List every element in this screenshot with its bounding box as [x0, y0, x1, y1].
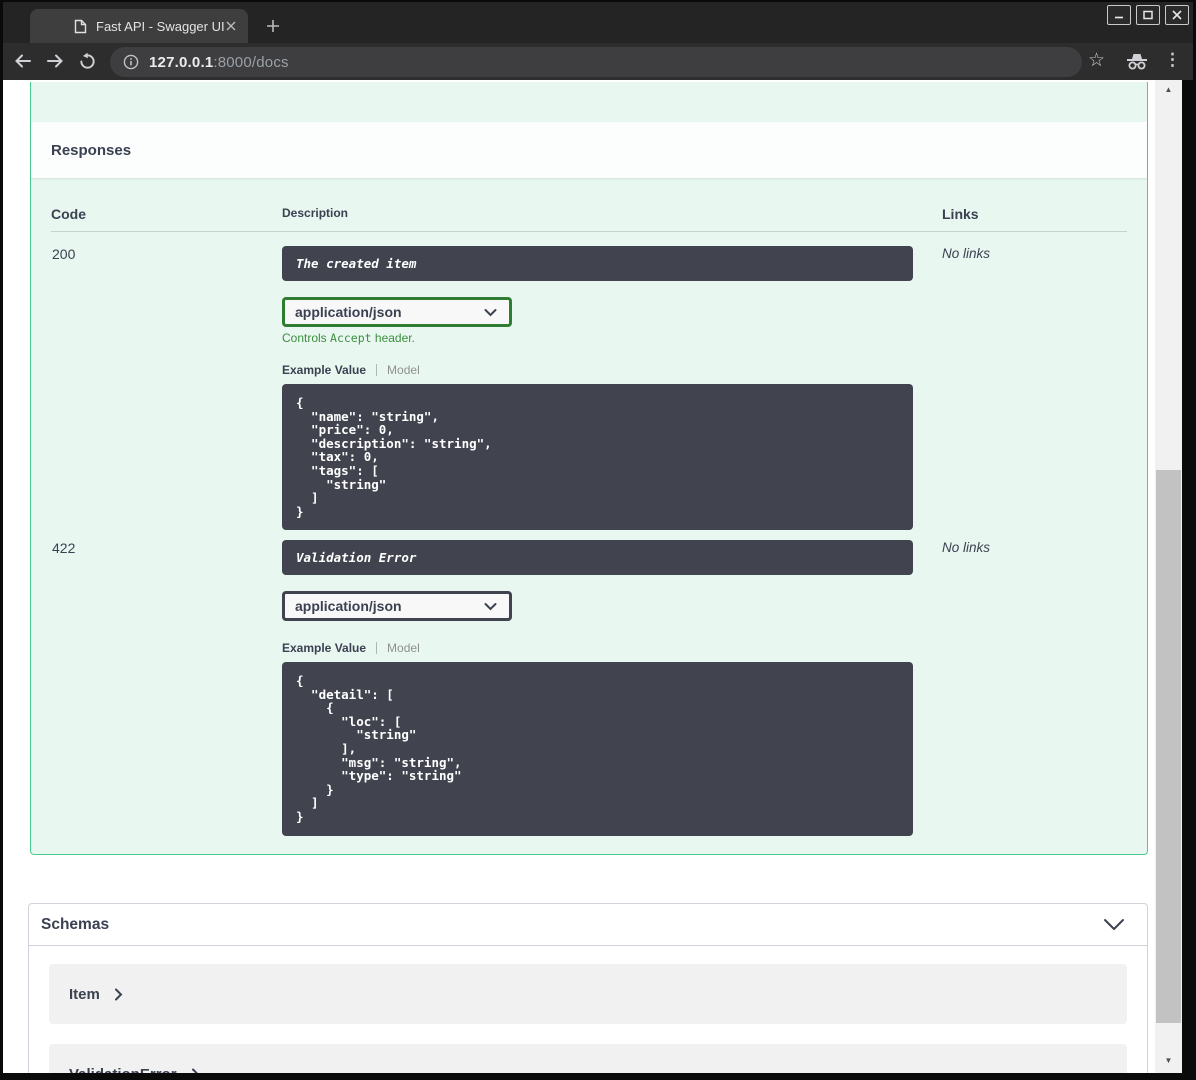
opblock-top-spacer — [31, 82, 1147, 122]
scrollbar-thumb[interactable] — [1156, 470, 1181, 1023]
browser-tab[interactable]: Fast API - Swagger UI — [30, 9, 248, 43]
minimize-button[interactable] — [1107, 5, 1131, 25]
responses-table: Code Description Links 200 The created i… — [31, 178, 1147, 854]
tab-strip: Fast API - Swagger UI — [3, 2, 1193, 43]
close-icon — [1172, 10, 1182, 20]
tab-example-value[interactable]: Example Value — [282, 641, 366, 655]
url-host: 127.0.0.1 — [149, 53, 214, 71]
star-icon: ☆ — [1088, 50, 1106, 71]
chevron-down-icon[interactable] — [1103, 918, 1125, 931]
back-button[interactable] — [12, 50, 34, 72]
close-button[interactable] — [1165, 5, 1189, 25]
chevron-right-icon — [191, 1068, 200, 1073]
response-description-cell: Validation Error application/json Exampl… — [282, 540, 942, 836]
page-scrollbar[interactable]: ▲ ▼ — [1155, 80, 1182, 1073]
forward-button[interactable] — [44, 50, 66, 72]
kebab-menu-icon: ⋮ — [1164, 50, 1181, 69]
response-row-200: 200 The created item application/json Co… — [51, 232, 1127, 530]
response-code: 422 — [52, 540, 76, 556]
chevron-down-icon — [484, 308, 497, 316]
content-type-value: application/json — [295, 304, 402, 320]
responses-title: Responses — [51, 141, 132, 159]
reload-icon — [79, 52, 95, 69]
no-links-label: No links — [942, 540, 991, 555]
responses-section-header: Responses — [31, 122, 1147, 178]
header-code: Code — [51, 206, 86, 222]
scroll-down-icon: ▼ — [1164, 1056, 1173, 1065]
new-tab-button[interactable] — [262, 15, 284, 37]
tab-divider — [376, 364, 378, 376]
example-code-block: { "name": "string", "price": 0, "descrip… — [282, 384, 913, 530]
example-code-block: { "detail": [ { "loc": [ "string" ], "ms… — [282, 662, 913, 836]
model-card-validationerror[interactable]: ValidationError — [49, 1044, 1127, 1073]
browser-window: Fast API - Swagger UI 127.0.0.1:8000/doc… — [0, 0, 1196, 1080]
note-suffix: header. — [371, 331, 415, 345]
back-icon — [15, 54, 31, 68]
accept-header-note: Controls Accept header. — [282, 331, 942, 345]
chevron-right-icon — [114, 988, 123, 1001]
scroll-up-button[interactable]: ▲ — [1155, 85, 1182, 94]
menu-button[interactable]: ⋮ — [1164, 51, 1181, 68]
model-card-item[interactable]: Item — [49, 964, 1127, 1024]
content-type-select[interactable]: application/json — [282, 297, 512, 327]
response-description-text: Validation Error — [296, 550, 417, 565]
minimize-icon — [1115, 16, 1123, 19]
plus-icon — [267, 20, 279, 32]
content-type-select[interactable]: application/json — [282, 591, 512, 621]
url-bar[interactable]: 127.0.0.1:8000/docs — [110, 47, 1082, 77]
response-description-text: The created item — [296, 256, 417, 271]
tab-example-value[interactable]: Example Value — [282, 363, 366, 377]
note-prefix: Controls — [282, 331, 331, 345]
page-content: Responses Code Description Links 200 The… — [3, 80, 1155, 1073]
example-tabs: Example Value Model — [282, 641, 942, 655]
forward-icon — [47, 54, 63, 68]
tab-title: Fast API - Swagger UI — [96, 18, 225, 34]
response-code: 200 — [52, 246, 76, 262]
url-text: 127.0.0.1:8000/docs — [149, 54, 289, 71]
note-code: Accept — [330, 331, 372, 345]
header-links: Links — [942, 206, 979, 222]
responses-panel: Responses Code Description Links 200 The… — [30, 82, 1148, 855]
tab-divider — [376, 642, 378, 654]
window-controls — [1107, 5, 1189, 25]
url-path: :8000/docs — [213, 53, 289, 71]
schemas-section: Schemas Item ValidationError — [28, 903, 1148, 1073]
chevron-down-icon — [484, 602, 497, 610]
tab-model[interactable]: Model — [387, 641, 420, 655]
model-name: Item — [69, 985, 100, 1003]
tab-model[interactable]: Model — [387, 363, 420, 377]
page-icon — [74, 19, 87, 34]
no-links-label: No links — [942, 246, 991, 261]
response-description-cell: The created item application/json Contro… — [282, 246, 942, 530]
response-row-422: 422 Validation Error application/json Ex… — [51, 530, 1127, 836]
model-name: ValidationError — [69, 1066, 177, 1074]
response-description-box: The created item — [282, 246, 913, 281]
header-description: Description — [282, 206, 349, 220]
maximize-button[interactable] — [1136, 5, 1160, 25]
scroll-up-icon: ▲ — [1164, 85, 1173, 94]
response-description-box: Validation Error — [282, 540, 913, 575]
incognito-icon — [1124, 52, 1150, 71]
responses-table-header: Code Description Links — [51, 178, 1127, 232]
schemas-title: Schemas — [41, 915, 110, 933]
example-tabs: Example Value Model — [282, 363, 942, 377]
bookmark-star-button[interactable]: ☆ — [1088, 51, 1105, 70]
reload-button[interactable] — [76, 50, 98, 72]
site-info-icon[interactable] — [123, 54, 139, 70]
schemas-body: Item ValidationError — [29, 946, 1147, 1073]
schemas-header[interactable]: Schemas — [29, 904, 1147, 946]
scroll-down-button[interactable]: ▼ — [1155, 1056, 1182, 1065]
content-type-value: application/json — [295, 598, 402, 614]
maximize-icon — [1143, 10, 1153, 20]
tab-close-button[interactable] — [226, 21, 236, 31]
